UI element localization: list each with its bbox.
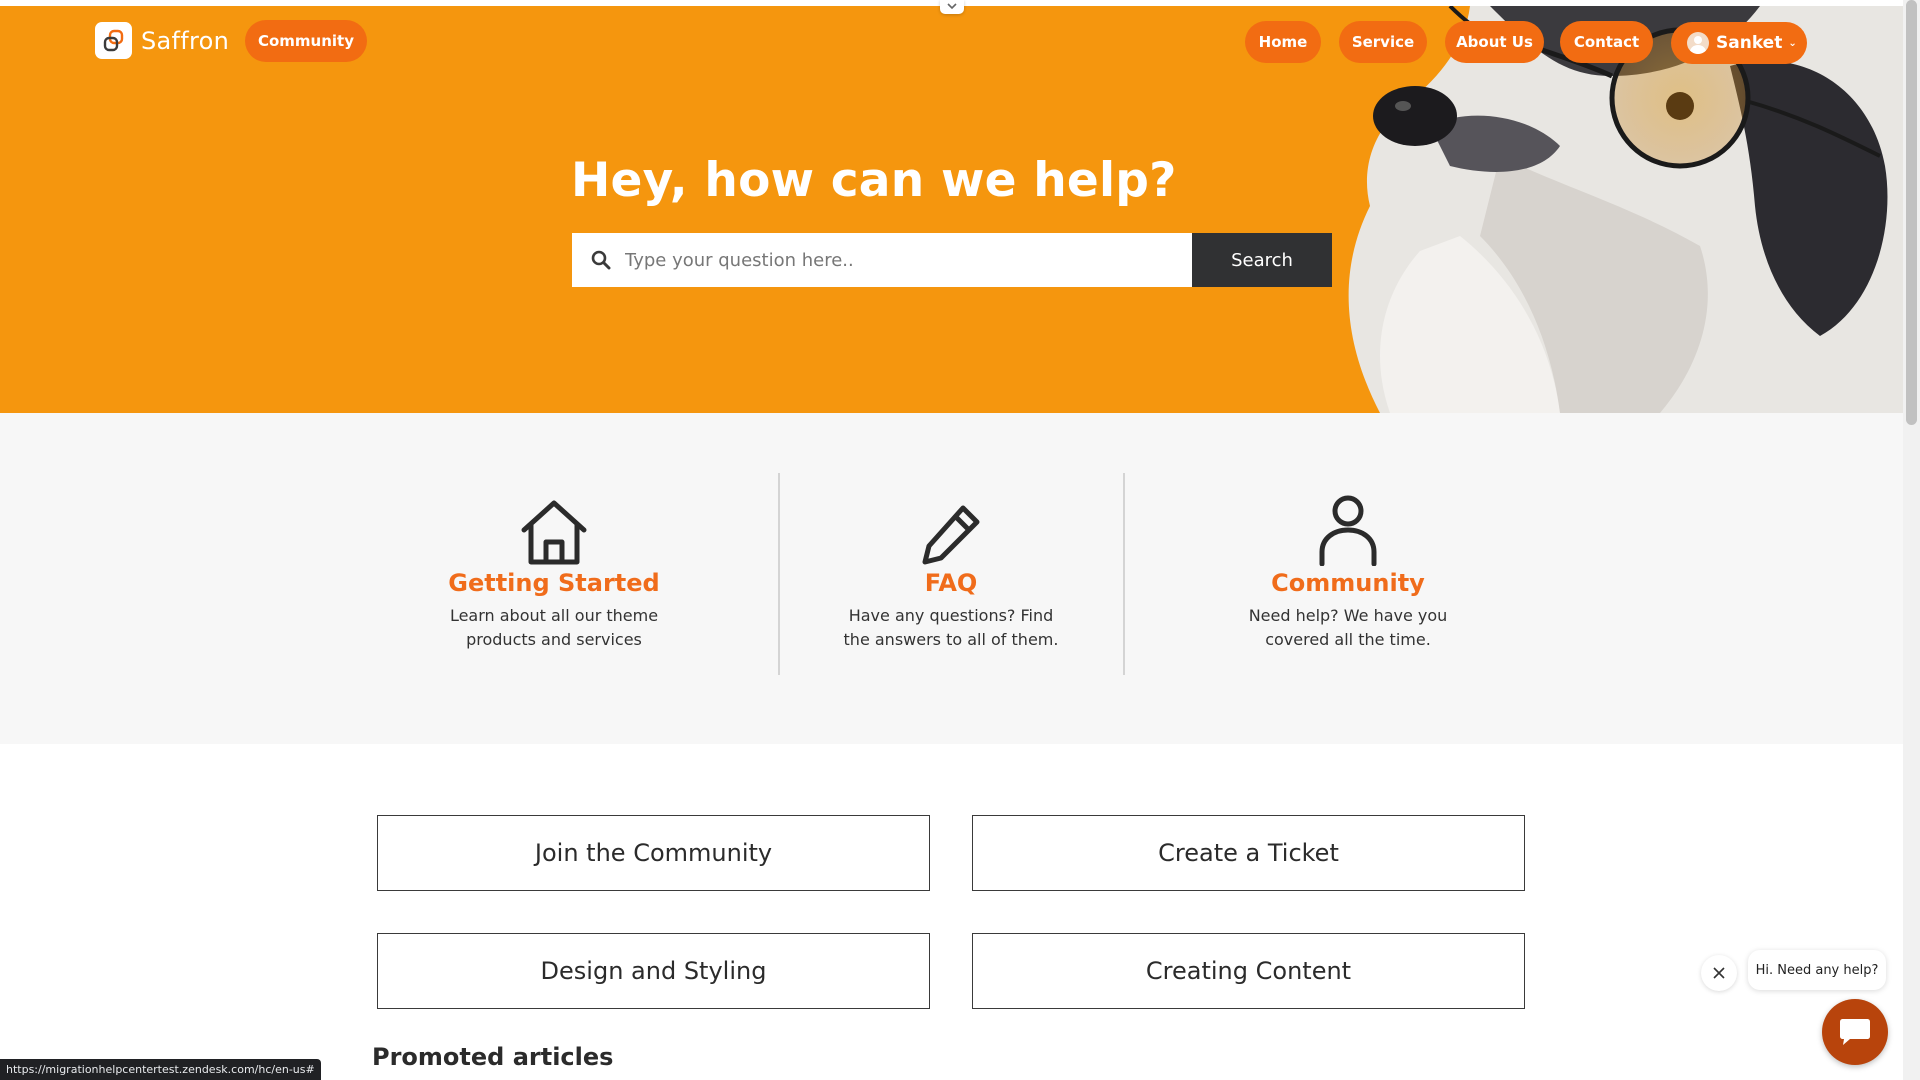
scrollbar-thumb[interactable] [1906,0,1917,425]
chat-prompt-bubble[interactable]: Hi. Need any help? [1748,950,1886,990]
feature-title: Community [1271,569,1425,597]
search-form: Search [572,233,1332,287]
nav-contact[interactable]: Contact [1560,21,1653,63]
avatar [1687,32,1709,54]
chevron-down-icon [947,3,957,10]
user-menu-button[interactable]: Sanket ⌄ [1671,22,1807,64]
feature-title: FAQ [924,569,978,597]
design-styling-tile[interactable]: Design and Styling [377,933,930,1009]
search-field [572,233,1192,287]
feature-community[interactable]: Community Need help? We have you covered … [1198,488,1498,652]
features-section: Getting Started Learn about all our them… [0,413,1903,744]
brand[interactable]: Saffron [95,22,229,59]
divider [1123,473,1125,675]
create-ticket-tile[interactable]: Create a Ticket [972,815,1525,891]
chat-icon [1840,1019,1870,1045]
feature-description: Need help? We have you covered all the ti… [1248,606,1448,649]
feature-description: Learn about all our theme products and se… [449,606,659,649]
search-icon [591,250,611,270]
status-url: https://migrationhelpcentertest.zendesk.… [0,1059,321,1080]
nav-home[interactable]: Home [1245,21,1321,63]
user-name: Sanket [1716,33,1783,53]
pencil-icon [922,505,980,565]
feature-getting-started[interactable]: Getting Started Learn about all our them… [404,488,704,652]
close-chat-prompt-button[interactable] [1701,955,1737,991]
collapse-tab[interactable] [940,0,964,14]
hero-banner: Saffron Community Home Service About Us … [0,6,1903,413]
person-icon [1319,495,1377,566]
promoted-articles-heading: Promoted articles [372,1043,614,1071]
search-input[interactable] [623,248,1187,272]
search-button[interactable]: Search [1192,233,1332,287]
nav-service[interactable]: Service [1339,21,1427,63]
chevron-down-icon: ⌄ [1788,37,1797,49]
join-community-tile[interactable]: Join the Community [377,815,930,891]
close-icon [1713,967,1725,979]
nav-about-us[interactable]: About Us [1445,21,1544,63]
saffron-logo-icon [95,22,132,59]
feature-title: Getting Started [448,569,660,597]
feature-description: Have any questions? Find the answers to a… [843,606,1059,649]
hero-title: Hey, how can we help? [571,153,1177,208]
creating-content-tile[interactable]: Creating Content [972,933,1525,1009]
brand-name: Saffron [141,26,230,55]
dog-with-glasses-image [1348,6,1903,413]
house-icon [521,500,587,565]
divider [778,473,780,675]
community-badge-button[interactable]: Community [245,20,367,62]
chat-launcher-button[interactable] [1822,999,1888,1065]
feature-faq[interactable]: FAQ Have any questions? Find the answers … [801,488,1101,652]
